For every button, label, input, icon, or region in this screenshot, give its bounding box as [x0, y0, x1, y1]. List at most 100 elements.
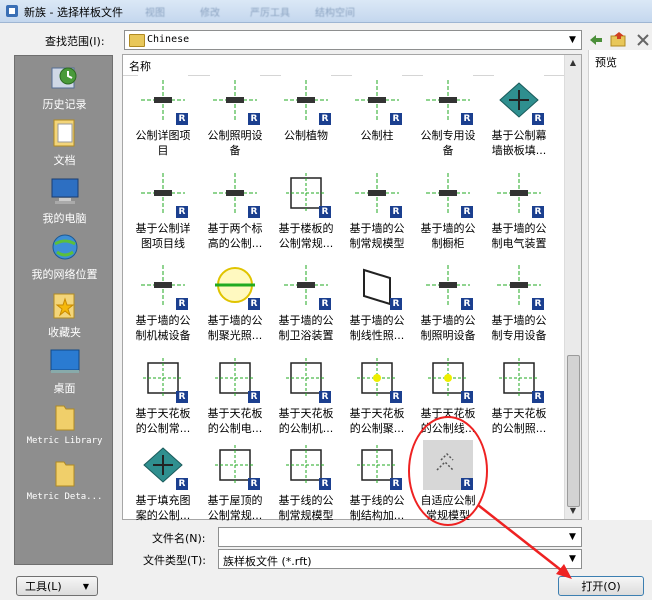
filetype-dropdown[interactable]: 族样板文件 (*.rft) ▼: [218, 549, 582, 569]
family-template-icon: R: [248, 478, 260, 490]
template-thumbnail: R: [494, 353, 544, 403]
family-template-icon: R: [461, 113, 473, 125]
template-item[interactable]: R 基于墙的公 制线性照...: [342, 260, 412, 343]
up-folder-icon[interactable]: [610, 31, 628, 49]
template-item[interactable]: R 基于墙的公 制橱柜: [413, 168, 483, 251]
place-favorites[interactable]: 收藏夹: [15, 290, 114, 340]
template-name: 基于墙的公 制照明设备: [420, 314, 476, 342]
vertical-scrollbar[interactable]: ▲ ▼: [564, 55, 581, 519]
template-item[interactable]: R 基于墙的公 制照明设备: [413, 260, 483, 343]
family-template-icon: R: [461, 206, 473, 218]
folder-icon: [129, 34, 145, 47]
preview-pane: [588, 50, 652, 520]
column-header-name[interactable]: 名称: [123, 55, 566, 76]
template-name: 基于天花板 的公制机...: [278, 407, 334, 435]
template-thumbnail: R: [281, 260, 331, 310]
title-bar: 新族 - 选择样板文件 视图 修改 严厉工具 结构空间: [0, 0, 652, 23]
template-item[interactable]: R 基于天花板 的公制电...: [200, 353, 270, 436]
place-label: 历史记录: [42, 98, 87, 111]
highlight-circle: [408, 416, 488, 526]
template-thumbnail: R: [281, 168, 331, 218]
template-thumbnail: R: [210, 168, 260, 218]
template-item[interactable]: R 基于墙的公 制专用设备: [484, 260, 554, 343]
family-template-icon: R: [532, 113, 544, 125]
family-template-icon: R: [176, 391, 188, 403]
scrollbar-thumb[interactable]: [567, 355, 580, 507]
place-metric-library[interactable]: Metric Library: [15, 402, 114, 446]
template-thumbnail: R: [494, 168, 544, 218]
template-name: 基于墙的公 制机械设备: [135, 314, 191, 342]
network-icon: [52, 234, 77, 260]
place-computer[interactable]: 我的电脑: [15, 176, 114, 226]
template-name: 公制专用设 备: [420, 129, 476, 157]
template-name: 基于两个标 高的公制...: [207, 222, 263, 250]
places-bar: 历史记录 文档 我的电脑 我的网络位置 收藏夹 桌面 Metric Librar…: [14, 55, 113, 565]
template-item[interactable]: R 基于天花板 的公制机...: [271, 353, 341, 436]
chevron-down-icon: ▼: [82, 581, 89, 591]
chevron-down-icon[interactable]: ▼: [564, 528, 581, 546]
open-button[interactable]: 打开(O): [558, 576, 644, 596]
template-item[interactable]: R 基于墙的公 制常规模型: [342, 168, 412, 251]
template-item[interactable]: R 基于公制详 图项目线: [128, 168, 198, 251]
family-template-icon: R: [532, 206, 544, 218]
scroll-down-icon[interactable]: ▼: [565, 503, 581, 519]
lookin-dropdown[interactable]: Chinese ▼: [124, 30, 582, 50]
favorites-icon: [53, 293, 74, 319]
template-item[interactable]: R 公制柱: [342, 75, 412, 143]
template-item[interactable]: R 公制专用设 备: [413, 75, 483, 158]
template-item[interactable]: R 基于墙的公 制电气装置: [484, 168, 554, 251]
template-item[interactable]: R 基于填充图 案的公制...: [128, 440, 198, 523]
template-item[interactable]: R 基于墙的公 制卫浴装置: [271, 260, 341, 343]
family-template-icon: R: [390, 113, 402, 125]
template-name: 基于公制幕 墙嵌板填...: [491, 129, 547, 157]
template-item[interactable]: R 基于天花板 的公制聚...: [342, 353, 412, 436]
template-thumbnail: R: [210, 353, 260, 403]
ghost-menu-item: 视图: [145, 8, 165, 19]
template-item[interactable]: R 公制照明设 备: [200, 75, 270, 158]
chevron-down-icon[interactable]: ▼: [564, 550, 581, 568]
template-item[interactable]: R 基于天花板 的公制常...: [128, 353, 198, 436]
place-history[interactable]: 历史记录: [15, 62, 114, 112]
filename-input[interactable]: ▼: [218, 527, 582, 547]
family-template-icon: R: [248, 298, 260, 310]
template-item[interactable]: R 基于公制幕 墙嵌板填...: [484, 75, 554, 158]
back-icon[interactable]: [588, 32, 604, 48]
place-metric-detail[interactable]: Metric Deta...: [15, 458, 114, 502]
window-title: 新族 - 选择样板文件: [24, 6, 123, 19]
delete-icon[interactable]: [634, 31, 652, 49]
template-thumbnail: R: [138, 260, 188, 310]
tools-button[interactable]: 工具(L) ▼: [16, 576, 98, 596]
place-network[interactable]: 我的网络位置: [15, 232, 114, 282]
family-template-icon: R: [390, 206, 402, 218]
chevron-down-icon[interactable]: ▼: [564, 31, 581, 49]
template-thumbnail: R: [210, 75, 260, 125]
family-template-icon: R: [319, 391, 331, 403]
family-template-icon: R: [461, 391, 473, 403]
template-item[interactable]: R 公制详图项 目: [128, 75, 198, 158]
template-thumbnail: R: [281, 75, 331, 125]
place-desktop[interactable]: 桌面: [15, 346, 114, 396]
scroll-up-icon[interactable]: ▲: [565, 55, 581, 71]
template-item[interactable]: R 基于墙的公 制聚光照...: [200, 260, 270, 343]
template-item[interactable]: R 基于墙的公 制机械设备: [128, 260, 198, 343]
template-item[interactable]: R 基于线的公 制常规模型: [271, 440, 341, 523]
template-item[interactable]: R 基于两个标 高的公制...: [200, 168, 270, 251]
filetype-value: 族样板文件 (*.rft): [223, 555, 312, 568]
template-item[interactable]: R 基于楼板的 公制常规...: [271, 168, 341, 251]
folder-icon: [55, 405, 74, 431]
template-thumbnail: R: [281, 353, 331, 403]
ghost-menu-item: 结构空间: [315, 8, 355, 19]
template-thumbnail: R: [352, 440, 402, 490]
desktop-icon: [50, 349, 79, 373]
template-item[interactable]: R 公制植物: [271, 75, 341, 143]
family-template-icon: R: [248, 206, 260, 218]
template-item[interactable]: R 基于屋顶的 公制常规...: [200, 440, 270, 523]
template-name: 基于天花板 的公制常...: [135, 407, 191, 435]
template-name: 基于天花板 的公制照...: [491, 407, 547, 435]
place-documents[interactable]: 文档: [15, 118, 114, 168]
computer-icon: [51, 178, 78, 204]
template-thumbnail: R: [281, 440, 331, 490]
template-item[interactable]: R 基于线的公 制结构加...: [342, 440, 412, 523]
file-list[interactable]: 名称 R 公制详图项 目 R 公制照明设 备 R 公制植物 R 公制柱 R 公制专用设 备 R 基于公…: [122, 54, 582, 523]
template-item[interactable]: R 基于天花板 的公制照...: [484, 353, 554, 436]
